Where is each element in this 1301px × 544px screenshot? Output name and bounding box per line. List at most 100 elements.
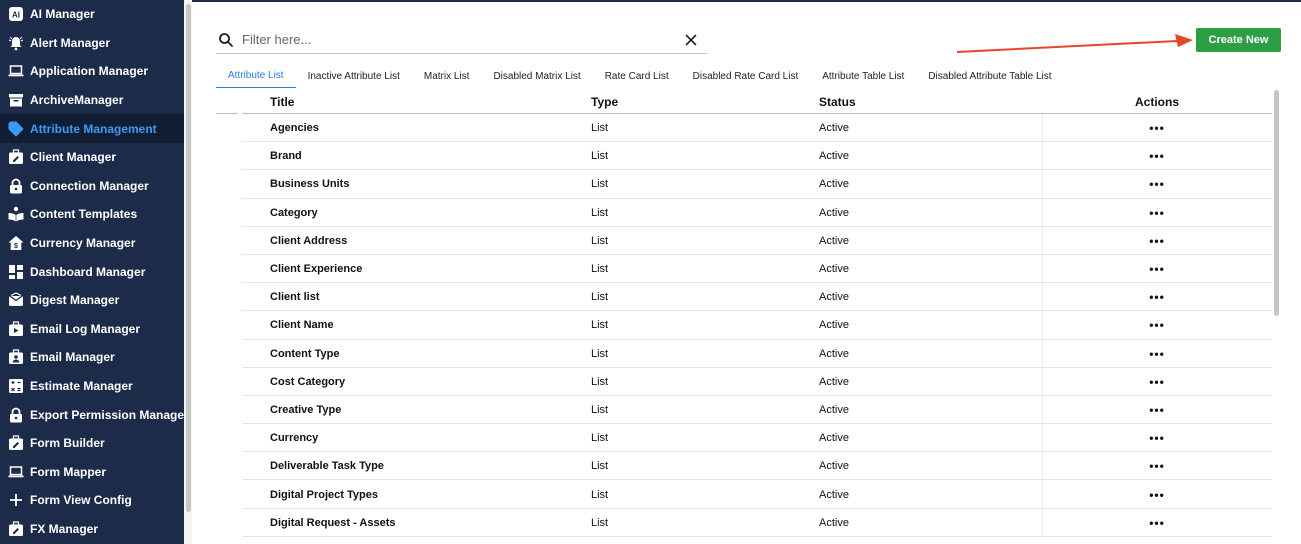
cell-title: Category [270,206,318,219]
sidebar-item-attribute-management[interactable]: Attribute Management [0,114,184,143]
cell-title: Agencies [270,122,319,135]
row-actions-menu-icon[interactable]: ••• [1044,178,1270,190]
filter-input[interactable] [242,32,683,47]
sidebar-item-digest-manager[interactable]: Digest Manager [0,286,184,315]
lock-icon [8,407,24,423]
sidebar-scrollbar[interactable] [184,0,192,544]
sidebar-item-form-mapper[interactable]: Form Mapper [0,458,184,487]
briefcase-edit-icon [8,435,24,451]
cell-type: List [591,347,609,360]
table-row[interactable]: Agencies List Active ••• [216,114,1272,143]
table-scrollbar-thumb[interactable] [1274,90,1279,316]
table-row[interactable]: Content Type List Active ••• [216,340,1272,368]
table-row[interactable]: Category List Active ••• [216,199,1272,227]
cell-title: Business Units [270,178,350,191]
tab-rate-card-list[interactable]: Rate Card List [593,64,681,88]
cell-type: List [591,319,609,332]
cell-status: Active [819,516,849,529]
tab-disabled-attribute-table-list[interactable]: Disabled Attribute Table List [916,64,1063,88]
top-border [0,0,1301,2]
sidebar-item-label: Form View Config [30,493,132,508]
cell-type: List [591,375,609,388]
table-row[interactable]: Deliverable Task Type List Active ••• [216,452,1272,481]
archive-icon [8,92,24,108]
sidebar-item-client-manager[interactable]: Client Manager [0,143,184,172]
cell-status: Active [819,178,849,191]
row-actions-menu-icon[interactable]: ••• [1044,517,1270,529]
create-new-button[interactable]: Create New [1196,28,1281,52]
cell-status: Active [819,432,849,445]
table-row[interactable]: Currency List Active ••• [216,424,1272,453]
sidebar-item-form-view-config[interactable]: Form View Config [0,486,184,515]
tab-matrix-list[interactable]: Matrix List [412,64,482,88]
tab-disabled-rate-card-list[interactable]: Disabled Rate Card List [681,64,811,88]
sidebar-item-email-log-manager[interactable]: Email Log Manager [0,315,184,344]
sidebar-item-currency-manager[interactable]: $ Currency Manager [0,229,184,258]
row-actions-menu-icon[interactable]: ••• [1044,489,1270,501]
briefcase-play-icon [8,321,24,337]
cell-status: Active [819,319,849,332]
cell-type: List [591,291,609,304]
row-actions-menu-icon[interactable]: ••• [1044,376,1270,388]
search-icon [218,32,234,48]
tag-icon [8,121,24,137]
sidebar-item-label: Connection Manager [30,178,149,193]
sidebar-item-dashboard-manager[interactable]: Dashboard Manager [0,257,184,286]
sidebar-item-fx-manager[interactable]: FX Manager [0,515,184,544]
sidebar-item-ai-manager[interactable]: AI AI Manager [0,0,184,29]
tab-attribute-list[interactable]: Attribute List [216,64,296,88]
table-row[interactable]: Creative Type List Active ••• [216,396,1272,425]
sidebar-item-connection-manager[interactable]: Connection Manager [0,172,184,201]
row-actions-menu-icon[interactable]: ••• [1044,207,1270,219]
row-actions-menu-icon[interactable]: ••• [1044,291,1270,303]
table-row[interactable]: Digital Request - Assets List Active ••• [216,509,1272,538]
plus-icon [8,492,24,508]
tab-attribute-table-list[interactable]: Attribute Table List [810,64,916,88]
sidebar-item-estimate-manager[interactable]: Estimate Manager [0,372,184,401]
cell-type: List [591,460,609,473]
sidebar-item-email-manager[interactable]: Email Manager [0,343,184,372]
tab-disabled-matrix-list[interactable]: Disabled Matrix List [481,64,592,88]
tab-inactive-attribute-list[interactable]: Inactive Attribute List [296,64,412,88]
sidebar-item-label: Digest Manager [30,293,120,308]
column-header-status[interactable]: Status [819,95,856,109]
sidebar-item-content-templates[interactable]: Content Templates [0,200,184,229]
cell-title: Cost Category [270,375,346,388]
filter-search-bar [216,26,707,54]
row-actions-menu-icon[interactable]: ••• [1044,319,1270,331]
column-header-type[interactable]: Type [591,95,618,109]
sidebar-item-archivemanager[interactable]: ArchiveManager [0,86,184,115]
table-row[interactable]: Client list List Active ••• [216,283,1272,312]
cell-type: List [591,263,609,276]
table-row[interactable]: Digital Project Types List Active ••• [216,480,1272,509]
sidebar-item-label: Attribute Management [30,121,157,136]
row-actions-menu-icon[interactable]: ••• [1044,150,1270,162]
sidebar-item-form-builder[interactable]: Form Builder [0,429,184,458]
table-row[interactable]: Client Address List Active ••• [216,227,1272,256]
row-actions-menu-icon[interactable]: ••• [1044,404,1270,416]
sidebar-item-application-manager[interactable]: Application Manager [0,57,184,86]
row-actions-menu-icon[interactable]: ••• [1044,263,1270,275]
sidebar: AI AI Manager Alert Manager Application Man… [0,0,184,544]
clear-filter-icon[interactable] [683,32,699,48]
sidebar-item-label: Email Manager [30,350,115,365]
sidebar-scrollbar-thumb[interactable] [185,4,191,512]
table-row[interactable]: Client Name List Active ••• [216,311,1272,340]
column-header-title[interactable]: Title [270,95,294,109]
cell-type: List [591,488,609,501]
table-row[interactable]: Cost Category List Active ••• [216,368,1272,397]
row-actions-menu-icon[interactable]: ••• [1044,235,1270,247]
sidebar-item-alert-manager[interactable]: Alert Manager [0,29,184,58]
sidebar-item-label: Application Manager [30,64,149,79]
sidebar-item-export-permission-manager[interactable]: Export Permission Manager [0,400,184,429]
cell-status: Active [819,291,849,304]
sidebar-item-label: Form Builder [30,436,105,451]
table-row[interactable]: Brand List Active ••• [216,142,1272,171]
row-actions-menu-icon[interactable]: ••• [1044,122,1270,134]
row-actions-menu-icon[interactable]: ••• [1044,432,1270,444]
list-tabs: Attribute List Inactive Attribute List Mat… [216,64,1064,88]
table-row[interactable]: Client Experience List Active ••• [216,255,1272,284]
table-row[interactable]: Business Units List Active ••• [216,170,1272,199]
row-actions-menu-icon[interactable]: ••• [1044,460,1270,472]
row-actions-menu-icon[interactable]: ••• [1044,348,1270,360]
